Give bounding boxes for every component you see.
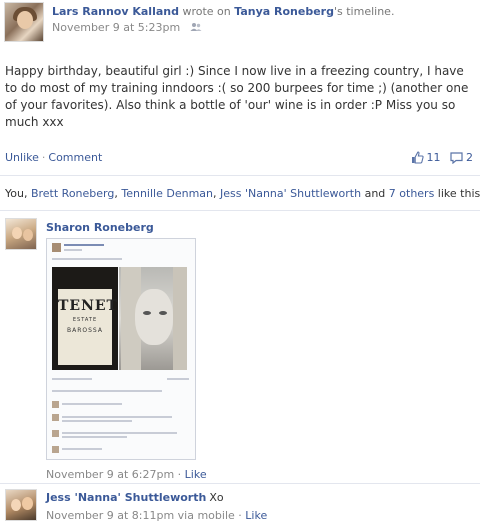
thumb-text-line [62, 403, 122, 405]
thumb-avatar [52, 430, 59, 437]
wrote-on-text: wrote on [182, 5, 231, 18]
comment-like-button[interactable]: Like [185, 468, 207, 481]
thumbs-up-icon[interactable] [411, 151, 424, 164]
comment-text: Xo [209, 491, 224, 504]
thumb-avatar [52, 446, 59, 453]
post-header-line: Lars Rannov Kalland wrote on Tanya Roneb… [52, 5, 394, 18]
post-actions: Unlike · Comment 11 2 [5, 151, 475, 167]
comment-count[interactable]: 2 [466, 151, 473, 164]
likes-summary: You, Brett Roneberg, Tennille Denman, Je… [5, 187, 480, 200]
commenter-avatar[interactable] [5, 218, 37, 250]
liker-link-tennille[interactable]: Tennille Denman [121, 187, 213, 200]
post-meta: November 9 at 5:23pm [52, 21, 202, 34]
comment-timestamp[interactable]: November 9 at 8:11pm via mobile [46, 509, 235, 522]
child-photo [119, 267, 187, 370]
others-link[interactable]: 7 others [389, 187, 435, 200]
wine-and-child-photo: TENET ESTATE BAROSSA [52, 267, 187, 370]
post-timestamp[interactable]: November 9 at 5:23pm [52, 21, 180, 34]
commenter-name[interactable]: Jess 'Nanna' Shuttleworth [46, 491, 206, 504]
meta-separator: · [177, 468, 182, 481]
like-count[interactable]: 11 [427, 151, 441, 164]
action-separator: · [41, 151, 46, 164]
thumb-text-line [62, 420, 132, 422]
thumb-text-line [62, 436, 127, 438]
comment-photo-attachment[interactable]: TENET ESTATE BAROSSA [46, 238, 196, 460]
thumb-text-line [167, 378, 189, 380]
thumb-avatar [52, 243, 61, 252]
comment-timestamp[interactable]: November 9 at 6:27pm [46, 468, 174, 481]
commenter-name[interactable]: Sharon Roneberg [46, 221, 154, 234]
divider [0, 175, 480, 176]
divider [0, 483, 480, 484]
likes-and: and [361, 187, 389, 200]
comment-like-button[interactable]: Like [245, 509, 267, 522]
post-body: Happy birthday, beautiful girl :) Since … [5, 64, 469, 129]
thumb-avatar [52, 401, 59, 408]
thumb-avatar [52, 414, 59, 421]
thumb-text-line [64, 249, 82, 251]
thumb-text-line [62, 432, 177, 434]
unlike-button[interactable]: Unlike [5, 151, 39, 164]
comment-bubble-icon[interactable] [450, 152, 463, 164]
timeline-suffix: 's timeline. [333, 5, 395, 18]
comment-meta: November 9 at 6:27pm · Like [46, 468, 207, 481]
likes-prefix: You, [5, 187, 31, 200]
comment-author-line: Jess 'Nanna' Shuttleworth Xo [46, 491, 224, 504]
divider [0, 210, 480, 211]
thumb-text-line [52, 258, 122, 260]
comment-button[interactable]: Comment [48, 151, 102, 164]
thumb-text-line [52, 378, 92, 380]
reaction-counts: 11 2 [411, 151, 473, 164]
meta-separator: · [238, 509, 242, 522]
comment-meta: November 9 at 8:11pm via mobile · Like [46, 509, 267, 522]
liker-link-jess[interactable]: Jess 'Nanna' Shuttleworth [220, 187, 361, 200]
target-name-link[interactable]: Tanya Roneberg [234, 5, 334, 18]
thumb-text-line [64, 244, 104, 246]
wine-label-subtitle: ESTATE [72, 317, 98, 323]
liker-link-brett[interactable]: Brett Roneberg [31, 187, 114, 200]
commenter-avatar[interactable] [5, 489, 37, 521]
wine-label-title: TENET [58, 298, 118, 314]
author-avatar[interactable] [4, 2, 44, 42]
likes-suffix: like this. [434, 187, 480, 200]
thumb-text-line [62, 416, 172, 418]
author-name-link[interactable]: Lars Rannov Kalland [52, 5, 179, 18]
friends-icon[interactable] [190, 22, 202, 32]
post-header: Lars Rannov Kalland wrote on Tanya Roneb… [0, 0, 480, 46]
thumb-text-line [62, 448, 102, 450]
thumb-text-line [52, 390, 162, 392]
likes-comma: , [213, 187, 220, 200]
wine-label-region: BAROSSA [67, 327, 103, 334]
